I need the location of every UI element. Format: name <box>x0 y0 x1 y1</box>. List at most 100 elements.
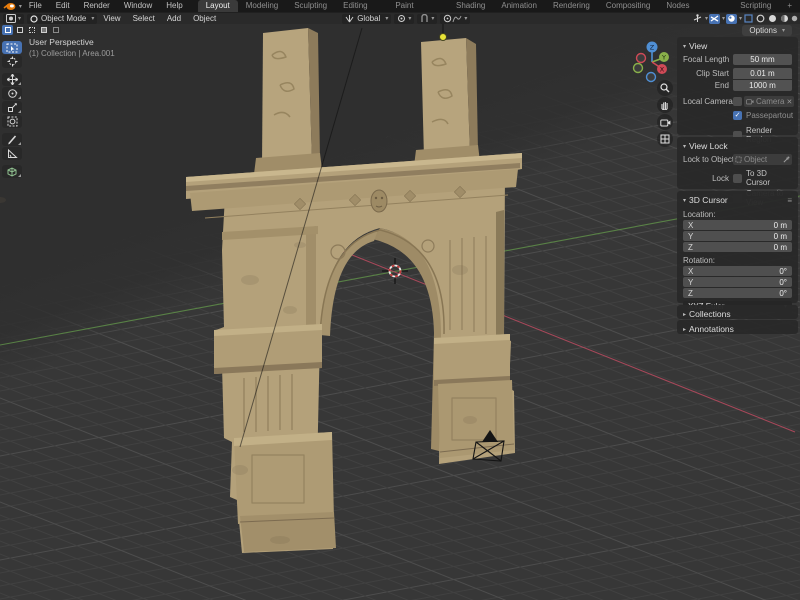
passepartout-label: Passepartout <box>746 111 793 120</box>
tool-scale[interactable] <box>2 101 22 114</box>
collections-section-header[interactable]: ▸ Collections <box>683 308 792 320</box>
shading-dropdown-button[interactable] <box>791 14 798 24</box>
gizmo-y-negative[interactable] <box>634 64 643 73</box>
menu-window[interactable]: Window <box>117 0 159 12</box>
proportional-editing[interactable]: ▾ <box>440 14 470 24</box>
left-pilaster <box>254 28 322 174</box>
cursor-rotation-z[interactable]: Z 0° <box>683 288 792 298</box>
options-button[interactable]: Options ▾ <box>742 25 792 36</box>
shading-material-button[interactable] <box>767 14 778 24</box>
tool-rotate[interactable] <box>2 87 22 100</box>
shading-solid-button[interactable] <box>755 14 766 24</box>
tool-measure[interactable] <box>2 147 22 160</box>
select-mode-set-button[interactable] <box>2 25 13 35</box>
clip-start-field[interactable]: 0.01 m <box>733 68 792 79</box>
transform-orientation[interactable]: Global ▾ <box>342 14 391 24</box>
tool-move[interactable] <box>2 73 22 86</box>
menu-help[interactable]: Help <box>159 0 189 12</box>
tool-annotate[interactable] <box>2 133 22 146</box>
panel-collections: ▸ Collections <box>677 305 798 319</box>
shading-rendered-button[interactable] <box>779 14 790 24</box>
tool-cursor[interactable] <box>2 55 22 68</box>
shading-wireframe-button[interactable] <box>743 14 754 24</box>
orthographic-toggle-button[interactable] <box>657 131 673 147</box>
editor-type-selector[interactable]: ▾ <box>3 14 24 24</box>
expanded-arrow-icon: ▾ <box>683 43 686 50</box>
menu-view[interactable]: View <box>97 14 126 23</box>
orientation-label: Global <box>354 14 383 23</box>
object-icon <box>735 156 742 163</box>
cursor-rotation-y[interactable]: Y 0° <box>683 277 792 287</box>
cursor-location-x[interactable]: X 0 m <box>683 220 792 230</box>
pivot-point-selector[interactable]: ▾ <box>394 14 414 24</box>
camera-icon <box>746 98 754 105</box>
tool-transform[interactable] <box>2 115 22 128</box>
tab-animation[interactable]: Animation <box>493 0 545 12</box>
add-workspace-button[interactable]: + <box>779 0 800 12</box>
clip-end-field[interactable]: 1000 m <box>733 80 792 91</box>
svg-text:X: X <box>660 66 665 74</box>
pan-hand-button[interactable] <box>657 97 673 113</box>
cursor-location-y[interactable]: Y 0 m <box>683 231 792 241</box>
focal-length-field[interactable]: 50 mm <box>733 54 792 65</box>
navigation-gizmo[interactable]: Z Y X <box>630 39 676 85</box>
select-mode-intersect-button[interactable] <box>50 25 61 35</box>
clear-camera-icon[interactable]: ✕ <box>786 98 792 106</box>
tab-shading[interactable]: Shading <box>448 0 493 12</box>
clip-start-label: Clip Start <box>683 69 733 78</box>
chevron-down-icon: ▾ <box>464 15 467 22</box>
menu-select[interactable]: Select <box>127 14 161 23</box>
cursor-section-header[interactable]: ▾ 3D Cursor ≡ <box>683 194 792 206</box>
show-gizmo-toggle[interactable] <box>692 14 703 24</box>
menu-object[interactable]: Object <box>187 14 222 23</box>
local-camera-checkbox[interactable] <box>733 97 742 106</box>
xray-toggle[interactable] <box>726 14 737 24</box>
eyedropper-icon[interactable] <box>783 156 790 163</box>
tab-compositing[interactable]: Compositing <box>598 0 658 12</box>
xray-sphere-icon <box>727 14 736 23</box>
viewport-info-text: User Perspective (1) Collection | Area.0… <box>29 37 115 58</box>
camera-view-button[interactable] <box>657 114 673 130</box>
workspace-tabs: Layout Modeling Sculpting UV Editing Tex… <box>198 0 800 12</box>
rotation-subheader: Rotation: <box>683 256 792 265</box>
to-3d-cursor-checkbox[interactable] <box>733 174 742 183</box>
view-lock-section-header[interactable]: ▾ View Lock <box>683 140 792 152</box>
menu-render[interactable]: Render <box>77 0 117 12</box>
menu-file[interactable]: File <box>22 0 49 12</box>
lock-to-object-field[interactable]: Object <box>733 154 792 165</box>
overlays-toggle[interactable] <box>709 14 720 24</box>
select-mode-invert-button[interactable] <box>38 25 49 35</box>
select-mode-subtract-button[interactable] <box>26 25 37 35</box>
gizmo-z-negative[interactable] <box>647 73 656 82</box>
cursor-location-z[interactable]: Z 0 m <box>683 242 792 252</box>
tab-rendering[interactable]: Rendering <box>545 0 598 12</box>
chevron-down-icon: ▾ <box>722 15 725 22</box>
panel-menu-icon[interactable]: ≡ <box>787 196 792 205</box>
panel-annotations: ▸ Annotations <box>677 320 798 334</box>
shading-sphere-icon <box>791 14 798 23</box>
chevron-down-icon: ▾ <box>705 15 708 22</box>
mode-selector[interactable]: Object Mode ▾ <box>27 14 97 24</box>
tab-modeling[interactable]: Modeling <box>238 0 286 12</box>
tab-uv-editing[interactable]: UV Editing <box>335 0 387 12</box>
tab-scripting[interactable]: Scripting <box>732 0 779 12</box>
select-mode-extend-button[interactable] <box>14 25 25 35</box>
tab-geometry-nodes[interactable]: Geometry Nodes <box>658 0 732 12</box>
view-section-header[interactable]: ▾ View <box>683 40 792 52</box>
snap-toggle[interactable]: ▾ <box>417 14 437 24</box>
passepartout-checkbox[interactable]: ✓ <box>733 111 742 120</box>
tab-texture-paint[interactable]: Texture Paint <box>387 0 448 12</box>
menu-add[interactable]: Add <box>161 14 187 23</box>
location-subheader: Location: <box>683 210 792 219</box>
tab-sculpting[interactable]: Sculpting <box>286 0 335 12</box>
annotations-section-header[interactable]: ▸ Annotations <box>683 323 792 335</box>
tab-layout[interactable]: Layout <box>198 0 238 12</box>
cursor-rotation-x[interactable]: X 0° <box>683 266 792 276</box>
blender-logo-icon[interactable] <box>3 1 17 11</box>
tool-select-box[interactable] <box>2 41 22 54</box>
menu-edit[interactable]: Edit <box>49 0 77 12</box>
tool-add-primitive[interactable] <box>2 165 22 178</box>
lock-to-object-label: Lock to Object <box>683 155 733 164</box>
gizmo-x-negative[interactable] <box>637 54 646 63</box>
local-camera-field[interactable]: Camera ✕ <box>744 96 794 107</box>
